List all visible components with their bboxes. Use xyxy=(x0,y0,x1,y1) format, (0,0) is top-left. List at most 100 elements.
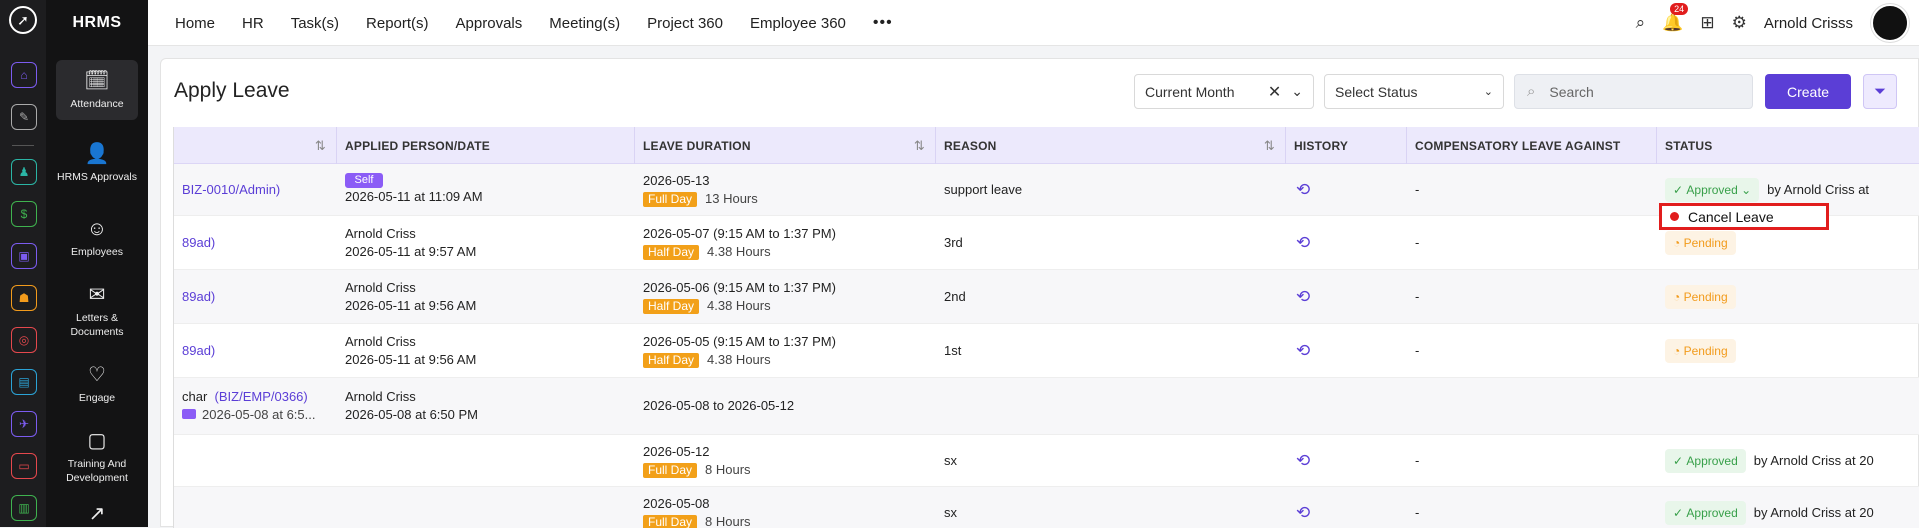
nav-employee-360[interactable]: Employee 360 xyxy=(750,15,846,32)
bell-icon[interactable]: 🔔24 xyxy=(1662,13,1683,33)
employee-id[interactable]: 89ad) xyxy=(174,216,337,269)
th-comp: COMPENSATORY LEAVE AGAINST xyxy=(1407,127,1657,164)
nav-home[interactable]: Home xyxy=(175,15,215,32)
employee-id[interactable]: 89ad) xyxy=(174,324,337,377)
plane-icon[interactable]: ✈ xyxy=(11,411,37,437)
nav-hr[interactable]: HR xyxy=(242,15,264,32)
avatar[interactable] xyxy=(1871,4,1909,42)
applied-date: 2026-05-11 at 9:56 AM xyxy=(345,351,635,369)
applied-cell: Arnold Criss 2026-05-08 at 6:50 PM xyxy=(337,378,635,434)
user-name[interactable]: Arnold Crisss xyxy=(1764,15,1853,32)
duration-date: 2026-05-08 xyxy=(643,495,936,513)
duration-hours: 13 Hours xyxy=(705,191,758,206)
rail-divider xyxy=(12,145,34,146)
cash-icon[interactable]: $ xyxy=(11,201,37,227)
status-badge[interactable]: ✓ Approved xyxy=(1665,501,1746,525)
employee-id[interactable]: (BIZ/EMP/0366) xyxy=(215,389,308,404)
approved-by: by Arnold Criss at xyxy=(1767,181,1869,199)
clear-icon[interactable]: ✕ xyxy=(1268,82,1281,102)
nav-project-360[interactable]: Project 360 xyxy=(647,15,723,32)
status-badge[interactable]: ◔ Pending xyxy=(1665,231,1736,255)
target-icon[interactable]: ◎ xyxy=(11,327,37,353)
th-status: STATUS xyxy=(1657,127,1919,164)
sidebar-item-analytics[interactable]: ↗ xyxy=(56,505,138,527)
applied-person: Arnold Criss xyxy=(345,279,635,297)
page-title: Apply Leave xyxy=(174,79,290,103)
status-badge[interactable]: ◔ Pending xyxy=(1665,285,1736,309)
history-icon[interactable]: ⟲ xyxy=(1286,435,1407,486)
pin-icon[interactable]: ✎ xyxy=(11,104,37,130)
comp-value: - xyxy=(1407,164,1657,215)
history-icon[interactable]: ⟲ xyxy=(1286,270,1407,323)
applied-date: 2026-05-11 at 9:57 AM xyxy=(345,243,635,261)
compass-logo-icon[interactable]: ➚ xyxy=(9,6,37,34)
nav-tasks[interactable]: Task(s) xyxy=(291,15,339,32)
nav-meetings[interactable]: Meeting(s) xyxy=(549,15,620,32)
chevron-down-icon: ⌄ xyxy=(1484,85,1493,98)
sidebar-item-employees[interactable]: ☺ Employees xyxy=(56,214,138,262)
sort-icon[interactable]: ⇅ xyxy=(315,138,326,154)
employee-id[interactable]: 89ad) xyxy=(174,270,337,323)
leave-table: ⇅ APPLIED PERSON/DATE LEAVE DURATION⇅ RE… xyxy=(173,127,1919,528)
history-icon[interactable]: ⟲ xyxy=(1286,487,1407,528)
duration-date: 2026-05-06 (9:15 AM to 1:37 PM) xyxy=(643,279,936,297)
envelope-icon: ✉ xyxy=(89,283,106,307)
reason: sx xyxy=(936,487,1286,528)
comp-value: - xyxy=(1407,435,1657,486)
sort-icon[interactable]: ⇅ xyxy=(914,138,925,154)
table-row-group: char (BIZ/EMP/0366) 2026-05-08 at 6:5...… xyxy=(174,378,1919,435)
th-employee[interactable]: ⇅ xyxy=(174,127,337,164)
employee-sub-date: 2026-05-08 at 6:5... xyxy=(202,407,315,422)
history-icon[interactable]: ⟲ xyxy=(1286,324,1407,377)
status-select[interactable]: Select Status ⌄ xyxy=(1324,74,1504,109)
people-icon[interactable]: ♟ xyxy=(11,159,37,185)
clipboard-icon[interactable]: ▥ xyxy=(11,495,37,521)
status-cell: ✓ Approvedby Arnold Criss at 20 xyxy=(1657,435,1919,486)
sidebar-item-engage[interactable]: ♡ Engage xyxy=(56,360,138,408)
status-label: Pending xyxy=(1684,342,1728,360)
table-header: ⇅ APPLIED PERSON/DATE LEAVE DURATION⇅ RE… xyxy=(174,127,1919,164)
briefcase-icon[interactable]: ▣ xyxy=(11,243,37,269)
history-icon[interactable]: ⟲ xyxy=(1286,216,1407,269)
top-right-actions: ⌕ 🔔24 ⊞ ⚙ Arnold Crisss xyxy=(1636,0,1919,46)
employee-id[interactable]: BIZ-0010/Admin) xyxy=(174,164,337,215)
period-select[interactable]: Current Month ✕ ⌄ xyxy=(1134,74,1314,109)
search-input[interactable]: ⌕ Search xyxy=(1514,74,1753,109)
sidebar-item-letters-documents[interactable]: ✉ Letters & Documents xyxy=(56,280,138,342)
monitor-icon[interactable]: ▭ xyxy=(11,453,37,479)
red-dot-icon xyxy=(1670,212,1679,221)
status-badge[interactable]: ◔ Pending xyxy=(1665,339,1736,363)
team-icon[interactable]: ☗ xyxy=(11,285,37,311)
sort-icon[interactable]: ⇅ xyxy=(1264,138,1275,154)
app-rail: ➚ ⌂ ✎ ♟ $ ▣ ☗ ◎ ▤ ✈ ▭ ▥ xyxy=(0,0,46,527)
status-badge[interactable]: ✓ Approved ⌄ xyxy=(1665,178,1759,202)
reason: support leave xyxy=(936,164,1286,215)
more-menu-icon[interactable]: ••• xyxy=(873,14,893,32)
sidebar-item-hrms-approvals[interactable]: 👤 HRMS Approvals xyxy=(56,132,138,194)
nav-approvals[interactable]: Approvals xyxy=(456,15,523,32)
module-sidebar: HRMS 🗓 Attendance 👤 HRMS Approvals ☺ Emp… xyxy=(46,0,148,527)
archive-icon[interactable]: ▤ xyxy=(11,369,37,395)
status-badge[interactable]: ✓ Approved xyxy=(1665,449,1746,473)
create-button[interactable]: Create xyxy=(1765,74,1851,109)
day-type-badge: Half Day xyxy=(643,353,699,368)
sidebar-item-attendance[interactable]: 🗓 Attendance xyxy=(56,60,138,120)
status-label: Pending xyxy=(1684,234,1728,252)
check-circle-icon: ✓ xyxy=(1673,504,1686,522)
filter-icon[interactable]: ⏷ xyxy=(1863,74,1897,109)
sidebar-item-training[interactable]: ▢ Training And Development xyxy=(56,426,138,488)
th-reason[interactable]: REASON⇅ xyxy=(936,127,1286,164)
th-duration[interactable]: LEAVE DURATION⇅ xyxy=(635,127,936,164)
brand-title: HRMS xyxy=(46,0,148,46)
search-placeholder: Search xyxy=(1549,84,1593,100)
nav-reports[interactable]: Report(s) xyxy=(366,15,429,32)
cancel-leave-menu-item[interactable]: Cancel Leave xyxy=(1659,203,1829,230)
gear-icon[interactable]: ⚙ xyxy=(1732,13,1747,33)
search-icon[interactable]: ⌕ xyxy=(1636,13,1646,33)
home-icon[interactable]: ⌂ xyxy=(11,62,37,88)
duration-cell: 2026-05-05 (9:15 AM to 1:37 PM) Half Day… xyxy=(635,324,936,377)
apps-grid-icon[interactable]: ⊞ xyxy=(1700,13,1714,33)
duration-hours: 8 Hours xyxy=(705,514,751,528)
presentation-icon: ▢ xyxy=(88,429,107,453)
history-icon[interactable]: ⟲ xyxy=(1286,164,1407,215)
